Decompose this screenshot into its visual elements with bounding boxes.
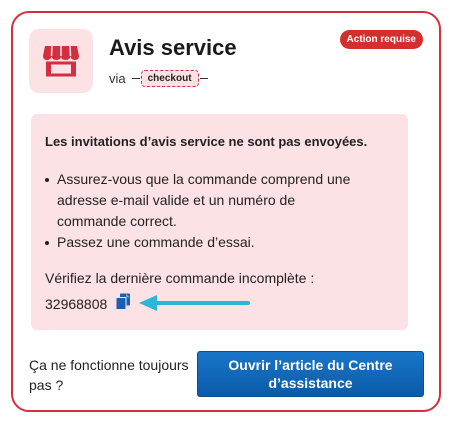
- dash-right: [199, 77, 208, 80]
- review-service-card: Avis service via checkout Action requise…: [11, 11, 441, 412]
- arrow-pointer: [139, 295, 250, 311]
- bullet-text: Passez une commande d’essai.: [57, 234, 255, 250]
- alert-box: Les invitations d’avis service ne sont p…: [31, 114, 408, 330]
- help-article-button[interactable]: Ouvrir l’article du Centre d’assistance: [197, 351, 424, 397]
- via-label: via: [109, 71, 126, 86]
- bullet-dot: [45, 241, 49, 245]
- source-row: via checkout: [109, 70, 208, 87]
- list-item: Assurez-vous que la commande comprend un…: [45, 169, 365, 232]
- dash-left: [131, 77, 140, 80]
- bullet-dot: [45, 178, 49, 182]
- page-title: Avis service: [109, 35, 237, 60]
- alert-bullets: Assurez-vous que la commande comprend un…: [45, 169, 365, 253]
- order-number: 32968808: [45, 296, 108, 312]
- bullet-text: Assurez-vous que la commande comprend un…: [57, 171, 351, 229]
- order-row: 32968808: [45, 293, 131, 315]
- copy-icon[interactable]: [115, 293, 131, 315]
- action-required-badge: Action requise: [339, 30, 423, 49]
- store-tile: [29, 29, 93, 93]
- help-question: Ça ne fonctionne toujours pas ?: [29, 357, 189, 393]
- card-header: Avis service via checkout Action requise: [29, 29, 423, 99]
- checkout-tag: checkout: [140, 70, 199, 87]
- list-item: Passez une commande d’essai.: [45, 232, 365, 253]
- check-order-label: Vérifiez la dernière commande incomplète…: [45, 270, 315, 286]
- alert-title: Les invitations d’avis service ne sont p…: [45, 134, 368, 149]
- store-icon: [43, 45, 79, 77]
